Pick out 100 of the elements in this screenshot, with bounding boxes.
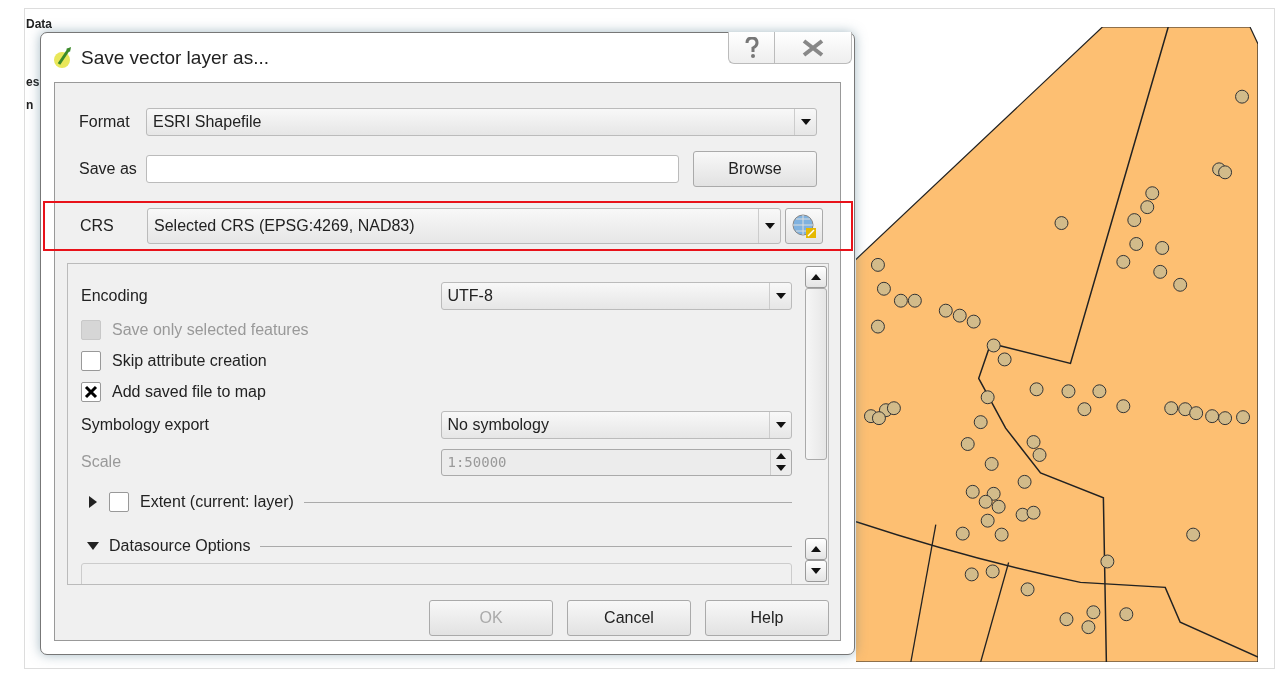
point-marker — [1092, 384, 1107, 399]
format-select[interactable]: ESRI Shapefile — [146, 108, 817, 136]
dialog-button[interactable]: Help — [705, 600, 829, 636]
point-marker — [1205, 409, 1220, 424]
expanded-arrow-icon[interactable] — [87, 540, 99, 552]
point-marker — [966, 314, 981, 329]
point-marker — [985, 564, 1000, 579]
point-marker — [1155, 241, 1170, 255]
caret-icon — [775, 293, 786, 299]
point-marker — [964, 567, 979, 582]
panel-heading: Data — [26, 17, 52, 31]
save-as-field[interactable] — [146, 155, 679, 183]
caret-icon — [800, 119, 811, 125]
point-marker — [1173, 277, 1188, 292]
checkbox-label: Skip attribute creation — [112, 351, 267, 370]
point-marker — [1032, 448, 1047, 462]
checkbox[interactable] — [109, 492, 129, 512]
option-label: Scale — [81, 453, 122, 471]
point-marker — [871, 411, 886, 426]
point-marker — [907, 293, 922, 308]
point-marker — [991, 499, 1006, 514]
point-marker — [1059, 612, 1074, 627]
point-marker — [973, 415, 988, 430]
scrollbar[interactable] — [805, 264, 827, 584]
close-icon — [802, 38, 824, 57]
crs-select[interactable]: Selected CRS (EPSG:4269, NAD83) — [147, 208, 781, 244]
point-marker — [955, 526, 970, 541]
point-marker — [1140, 200, 1155, 215]
point-marker — [1218, 411, 1233, 426]
point-marker — [870, 319, 885, 334]
point-marker — [986, 486, 1001, 501]
caret-icon — [764, 223, 775, 229]
point-marker — [984, 456, 999, 471]
point-marker — [886, 401, 901, 416]
point-marker — [1026, 435, 1041, 449]
point-marker — [960, 437, 975, 451]
help-button[interactable] — [728, 32, 774, 64]
point-marker — [870, 257, 885, 272]
point-marker — [1054, 216, 1069, 231]
dialog-button[interactable]: Cancel — [567, 600, 691, 636]
collapsed-arrow-icon[interactable] — [87, 496, 99, 508]
panel-heading: n — [26, 98, 34, 112]
app-icon — [53, 45, 73, 70]
caret-icon — [811, 546, 821, 552]
cross-icon — [84, 384, 98, 399]
crs-select-button[interactable] — [785, 208, 823, 244]
crs-label: CRS — [80, 217, 114, 235]
point-marker — [938, 303, 953, 318]
point-marker — [1218, 165, 1233, 180]
point-marker — [1119, 607, 1134, 622]
option-select[interactable]: UTF-8 — [440, 282, 792, 310]
point-marker — [1077, 402, 1092, 417]
point-marker — [994, 527, 1009, 542]
checkbox[interactable] — [81, 381, 101, 402]
point-marker — [978, 494, 993, 509]
point-marker — [997, 352, 1012, 367]
option-label: Symbology export — [81, 416, 210, 434]
point-marker — [980, 390, 995, 405]
point-marker — [1017, 474, 1032, 489]
point-marker — [1100, 554, 1115, 569]
checkbox[interactable] — [81, 350, 101, 371]
save-as-label: Save as — [79, 160, 137, 178]
point-marker — [1235, 89, 1249, 104]
browse-button[interactable]: Browse — [693, 151, 817, 187]
point-marker — [1061, 384, 1076, 399]
point-marker — [1015, 507, 1030, 522]
caret-icon — [775, 422, 786, 428]
point-marker — [1116, 399, 1131, 414]
point-marker — [1145, 186, 1160, 201]
caret-icon — [811, 568, 821, 574]
panel-heading: es — [26, 75, 40, 89]
format-label: Format — [79, 113, 130, 131]
point-marker — [986, 338, 1001, 353]
option-label: Encoding — [81, 287, 148, 305]
group-title: Extent (current: layer) — [140, 493, 294, 511]
group-title: Datasource Options — [109, 537, 251, 555]
point-marker — [893, 293, 908, 308]
window-title: Save vector layer as... — [81, 46, 269, 69]
point-marker — [1129, 237, 1144, 251]
point-marker — [1086, 605, 1101, 620]
point-marker — [1164, 401, 1179, 416]
caret-icon — [811, 274, 821, 280]
point-marker — [1189, 406, 1204, 421]
point-marker — [1186, 527, 1201, 542]
point-marker — [1020, 582, 1035, 597]
point-marker — [965, 484, 980, 499]
option-select[interactable]: No symbology — [440, 411, 792, 439]
point-marker — [1081, 620, 1096, 635]
point-marker — [1029, 382, 1044, 397]
globe-icon — [791, 213, 817, 239]
close-button[interactable] — [774, 32, 852, 64]
point-marker — [952, 308, 967, 323]
point-marker — [876, 281, 891, 296]
point-marker — [1178, 402, 1193, 417]
point-marker — [1116, 254, 1131, 269]
point-marker — [1236, 410, 1250, 425]
checkbox-label: Save only selected features — [112, 320, 309, 339]
point-marker — [1026, 505, 1041, 520]
checkbox-label: Add saved file to map — [112, 382, 266, 401]
point-marker — [980, 513, 995, 528]
